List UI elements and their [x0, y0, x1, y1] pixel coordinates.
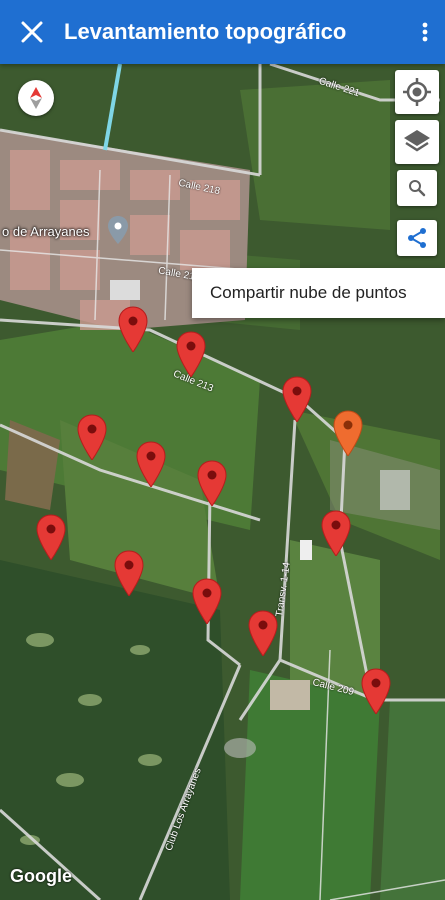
- my-location-icon: [403, 78, 431, 106]
- compass-button[interactable]: [18, 80, 54, 116]
- share-point-cloud-menu-item[interactable]: Compartir nube de puntos: [192, 268, 445, 318]
- search-button[interactable]: [397, 170, 437, 206]
- share-icon: [408, 228, 426, 248]
- close-button[interactable]: [0, 0, 64, 64]
- survey-point-marker[interactable]: [248, 610, 278, 656]
- my-location-button[interactable]: [395, 70, 439, 114]
- top-app-bar: Levantamiento topográfico: [0, 0, 445, 64]
- more-vert-icon: [422, 22, 428, 42]
- survey-point-marker[interactable]: [118, 306, 148, 352]
- app-root: Levantamiento topográfico Calle 221 Call…: [0, 0, 445, 900]
- survey-point-marker[interactable]: [192, 578, 222, 624]
- page-title: Levantamiento topográfico: [64, 19, 347, 44]
- compass-icon: [30, 87, 42, 109]
- layers-icon: [404, 130, 430, 152]
- survey-point-marker-selected[interactable]: [333, 410, 363, 456]
- more-options-button[interactable]: [405, 0, 445, 64]
- survey-point-marker[interactable]: [321, 510, 351, 556]
- map-view[interactable]: Calle 221 Calle 218 Calle 215 Calle 213 …: [0, 64, 445, 900]
- place-pin-icon: [108, 216, 128, 244]
- search-icon: [409, 180, 426, 197]
- close-icon: [21, 21, 43, 43]
- survey-point-marker[interactable]: [136, 441, 166, 487]
- survey-point-marker[interactable]: [114, 550, 144, 596]
- survey-point-marker[interactable]: [176, 331, 206, 377]
- google-attribution: Google: [10, 866, 72, 886]
- survey-point-marker[interactable]: [282, 376, 312, 422]
- layers-button[interactable]: [395, 120, 439, 164]
- share-point-cloud-label: Compartir nube de puntos: [210, 283, 407, 302]
- survey-point-marker[interactable]: [361, 668, 391, 714]
- share-button[interactable]: [397, 220, 437, 256]
- survey-point-marker[interactable]: [197, 460, 227, 506]
- survey-point-marker[interactable]: [77, 414, 107, 460]
- survey-point-marker[interactable]: [36, 514, 66, 560]
- place-label: o de Arrayanes: [2, 224, 90, 239]
